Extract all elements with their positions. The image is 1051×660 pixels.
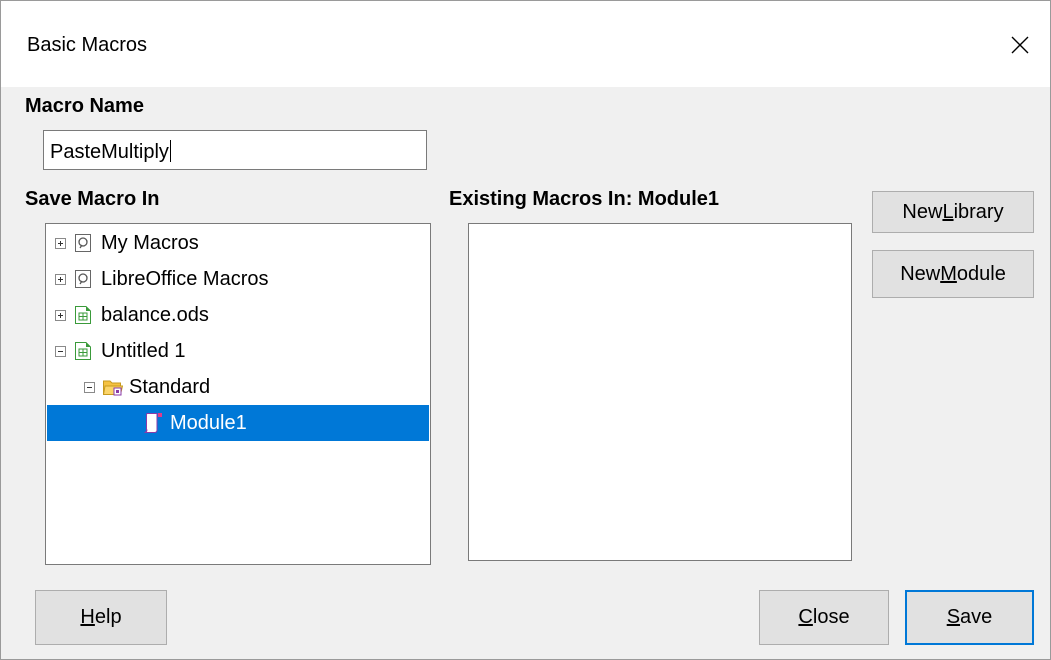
button-mnemonic: H (80, 606, 95, 628)
button-label-prefix: New (900, 262, 941, 285)
button-label-suffix: ave (960, 606, 993, 628)
button-label-suffix: lose (812, 606, 850, 628)
close-icon (1011, 36, 1029, 54)
module-icon (144, 413, 162, 433)
collapse-minus-icon[interactable] (55, 345, 66, 357)
tree-item-label: LibreOffice Macros (101, 267, 269, 290)
tree-item-label: balance.ods (101, 303, 209, 326)
tree-item-label: Standard (129, 375, 211, 398)
macro-name-value: PasteMultiply (50, 141, 169, 163)
window-title: Basic Macros (27, 34, 148, 56)
button-label-suffix: elp (94, 606, 122, 628)
button-mnemonic: S (946, 606, 961, 628)
collapse-minus-icon[interactable] (84, 381, 95, 393)
new-module-button[interactable]: New Module (872, 250, 1034, 298)
tree-item-my-macros[interactable]: My Macros (47, 225, 429, 261)
macro-library-icon (75, 234, 91, 252)
tree-item-standard[interactable]: Standard (47, 369, 429, 405)
tree-item-label: My Macros (101, 231, 199, 254)
existing-macros-list[interactable] (468, 223, 852, 561)
button-mnemonic: C (798, 606, 813, 628)
close-window-button[interactable] (990, 15, 1050, 75)
macro-name-input[interactable]: PasteMultiply (43, 130, 427, 170)
basic-macros-dialog: Basic Macros Macro Name PasteMultiply Sa… (0, 0, 1051, 660)
tree-item-label: Module1 (170, 411, 247, 434)
tree-item-label: Untitled 1 (101, 339, 186, 362)
folder-icon (103, 380, 123, 396)
macro-library-icon (75, 270, 91, 288)
button-mnemonic: M (940, 262, 957, 285)
close-button[interactable]: Close (759, 590, 889, 645)
spreadsheet-icon (75, 306, 91, 324)
title-bar: Basic Macros (1, 1, 1050, 87)
text-caret (169, 140, 171, 162)
tree-item-module1[interactable]: Module1 (47, 405, 429, 441)
spreadsheet-icon (75, 342, 91, 360)
tree-item-untitled-1[interactable]: Untitled 1 (47, 333, 429, 369)
save-macro-in-label: Save Macro In (25, 188, 160, 210)
tree-item-libreoffice-macros[interactable]: LibreOffice Macros (47, 261, 429, 297)
save-macro-in-tree[interactable]: My Macros LibreOffice Macros balance.ods (45, 223, 431, 565)
macro-name-label: Macro Name (25, 95, 144, 117)
help-button[interactable]: Help (35, 590, 167, 645)
expand-plus-icon[interactable] (55, 237, 66, 249)
existing-macros-label: Existing Macros In: Module1 (449, 188, 720, 210)
new-library-button[interactable]: New Library (872, 191, 1034, 233)
button-label-suffix: ibrary (953, 200, 1004, 223)
tree-item-balance-ods[interactable]: balance.ods (47, 297, 429, 333)
expand-plus-icon[interactable] (55, 273, 66, 285)
expand-plus-icon[interactable] (55, 309, 66, 321)
button-mnemonic: L (942, 200, 954, 223)
button-label-prefix: New (902, 200, 943, 223)
button-label-suffix: odule (956, 262, 1006, 285)
save-button[interactable]: Save (905, 590, 1034, 645)
